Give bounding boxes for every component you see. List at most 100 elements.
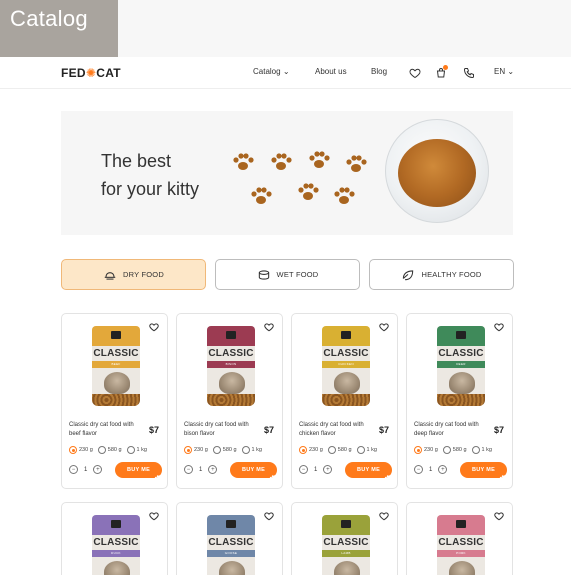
weight-option[interactable]: 230 g	[414, 446, 438, 454]
product-card[interactable]: CLASSIC DEER Classic dry cat food with dee…	[406, 313, 513, 489]
product-image[interactable]: CLASSIC PORK	[437, 515, 485, 575]
product-image[interactable]: CLASSIC LAMB	[322, 515, 370, 575]
weight-option[interactable]: 1 kg	[241, 446, 262, 454]
product-image[interactable]: CLASSIC CHICKEN	[322, 326, 370, 406]
product-image[interactable]: CLASSIC DEER	[437, 326, 485, 406]
cart-badge	[443, 65, 448, 70]
weight-option[interactable]: 580 g	[97, 446, 122, 454]
kibble-paw-icon	[271, 153, 292, 170]
logo-paw-icon: ✺	[85, 66, 97, 80]
tab-wet-food[interactable]: WET FOOD	[215, 259, 360, 290]
heart-icon[interactable]	[409, 67, 421, 79]
minus-icon[interactable]: −	[414, 465, 423, 474]
weight-option[interactable]: 1 kg	[356, 446, 377, 454]
minus-icon[interactable]: −	[69, 465, 78, 474]
nav-blog[interactable]: Blog	[371, 67, 387, 76]
bowl-icon	[104, 271, 116, 280]
logo-right: CAT	[96, 66, 121, 80]
bag-logo	[226, 520, 236, 528]
heart-icon[interactable]	[149, 322, 159, 332]
heart-icon[interactable]	[494, 511, 504, 521]
product-name[interactable]: Classic dry cat food with beef flavor	[69, 421, 139, 439]
product-image[interactable]: CLASSIC DUCK	[92, 515, 140, 575]
weight-option[interactable]: 580 g	[212, 446, 237, 454]
radio-icon[interactable]	[356, 446, 365, 454]
weight-option[interactable]: 1 kg	[126, 446, 147, 454]
product-image[interactable]: CLASSIC GOOSE	[207, 515, 255, 575]
kibble-paw-icon	[334, 187, 355, 204]
radio-icon[interactable]	[471, 446, 480, 454]
cat-image	[219, 561, 245, 575]
plus-icon[interactable]: +	[438, 465, 448, 474]
weight-option[interactable]: 1 kg	[471, 446, 492, 454]
plus-icon[interactable]: +	[93, 465, 103, 474]
logo-left: FED	[61, 66, 86, 80]
radio-icon[interactable]	[299, 446, 307, 454]
nav-catalog[interactable]: Catalog ⌄	[253, 67, 290, 76]
product-price: $7	[148, 425, 159, 435]
product-card[interactable]: CLASSIC GOOSE	[176, 502, 283, 575]
product-name[interactable]: Classic dry cat food with deep flavor	[414, 421, 484, 439]
radio-icon[interactable]	[184, 446, 192, 454]
product-card[interactable]: CLASSIC CHICKEN Classic dry cat food with …	[291, 313, 398, 489]
weight-label: 1 kg	[136, 447, 147, 453]
weight-option[interactable]: 230 g	[69, 446, 93, 454]
weight-options: 230 g 580 g 1 kg	[299, 446, 377, 454]
product-name[interactable]: Classic dry cat food with bison flavor	[184, 421, 254, 439]
weight-option[interactable]: 230 g	[299, 446, 323, 454]
weight-label: 230 g	[79, 447, 93, 453]
heart-icon[interactable]	[149, 511, 159, 521]
product-card[interactable]: CLASSIC BEEF Classic dry cat food with bee…	[61, 313, 168, 489]
radio-icon[interactable]	[69, 446, 77, 454]
quantity-value: 1	[314, 466, 318, 473]
heart-icon[interactable]	[264, 322, 274, 332]
bag-flavor-tag: DEER	[456, 362, 466, 366]
phone-icon[interactable]	[463, 67, 475, 79]
quantity-stepper: −1 +	[299, 465, 333, 474]
bag-logo	[226, 331, 236, 339]
minus-icon[interactable]: −	[184, 465, 193, 474]
plus-icon[interactable]: +	[323, 465, 333, 474]
weight-option[interactable]: 580 g	[327, 446, 352, 454]
radio-icon[interactable]	[442, 446, 451, 454]
plus-icon[interactable]: +	[208, 465, 218, 474]
product-card[interactable]: CLASSIC BISON Classic dry cat food with bi…	[176, 313, 283, 489]
cat-image	[334, 561, 360, 575]
product-price: $7	[263, 425, 274, 435]
product-image[interactable]: CLASSIC BEEF	[92, 326, 140, 406]
product-card[interactable]: CLASSIC LAMB	[291, 502, 398, 575]
bag-flavor-tag: DUCK	[111, 551, 121, 555]
tab-healthy-food[interactable]: HEALTHY FOOD	[369, 259, 514, 290]
radio-icon[interactable]	[241, 446, 250, 454]
heart-icon[interactable]	[379, 511, 389, 521]
heart-icon[interactable]	[494, 322, 504, 332]
minus-icon[interactable]: −	[299, 465, 308, 474]
bag-flavor-tag: BEEF	[111, 362, 121, 366]
bag-logo	[456, 331, 466, 339]
weight-option[interactable]: 230 g	[184, 446, 208, 454]
heart-icon[interactable]	[379, 322, 389, 332]
logo[interactable]: FED✺CAT	[61, 66, 121, 80]
leaf-icon	[403, 269, 414, 280]
product-card[interactable]: CLASSIC DUCK	[61, 502, 168, 575]
language-selector[interactable]: EN ⌄	[494, 67, 514, 76]
product-name[interactable]: Classic dry cat food with chicken flavor	[299, 421, 369, 439]
hero-banner: The best for your kitty	[61, 111, 513, 235]
weight-option[interactable]: 580 g	[442, 446, 467, 454]
radio-icon[interactable]	[414, 446, 422, 454]
weight-label: 580 g	[107, 447, 122, 453]
product-card[interactable]: CLASSIC PORK	[406, 502, 513, 575]
nav-about-us[interactable]: About us	[315, 67, 347, 76]
radio-icon[interactable]	[97, 446, 106, 454]
tab-dry-food[interactable]: DRY FOOD	[61, 259, 206, 290]
bag-logo	[111, 331, 121, 339]
radio-icon[interactable]	[327, 446, 336, 454]
radio-icon[interactable]	[126, 446, 135, 454]
heart-icon[interactable]	[264, 511, 274, 521]
radio-icon[interactable]	[212, 446, 221, 454]
bag-logo	[341, 520, 351, 528]
paw-icon	[154, 475, 163, 482]
product-image[interactable]: CLASSIC BISON	[207, 326, 255, 406]
quantity-value: 1	[199, 466, 203, 473]
kibble-paw-icon	[298, 183, 319, 200]
